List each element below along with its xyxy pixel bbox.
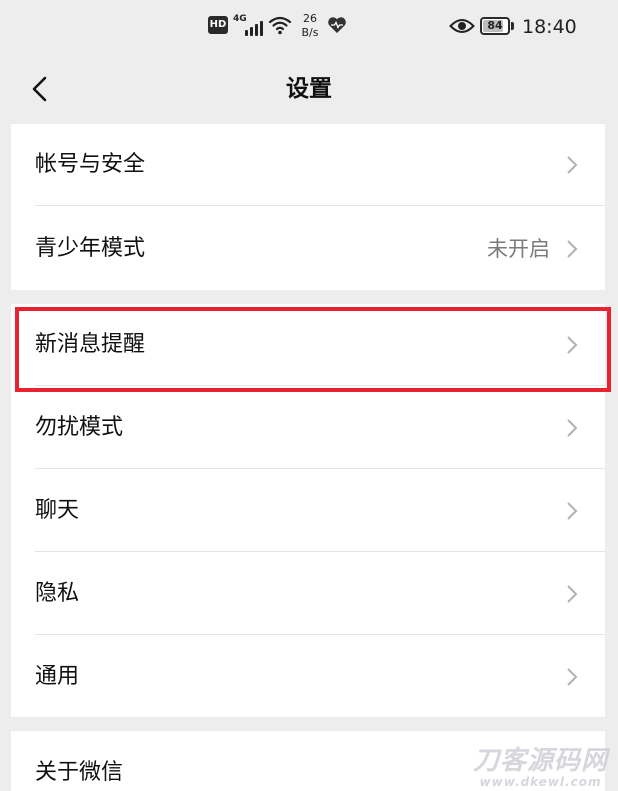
setting-row-teen-mode[interactable]: 青少年模式 未开启 <box>11 208 605 290</box>
watermark-logo: 刀客源码网 www.dkewl.com <box>473 746 608 789</box>
status-time: 18:40 <box>522 16 577 38</box>
battery-tip <box>511 22 514 30</box>
chevron-right-icon <box>567 240 578 258</box>
network-speed: 26 B/s <box>295 12 325 40</box>
setting-label: 隐私 <box>35 581 80 606</box>
setting-label: 勿扰模式 <box>35 415 124 440</box>
setting-label: 聊天 <box>35 498 80 523</box>
wifi-icon <box>268 16 292 35</box>
watermark-sub: www.dkewl.com <box>479 775 602 789</box>
eye-icon <box>449 19 475 33</box>
row-divider <box>35 385 605 386</box>
signal-icon: 4G <box>233 14 263 36</box>
chevron-right-icon <box>567 156 578 174</box>
hd-badge-icon: HD <box>208 16 228 34</box>
heart-rate-icon <box>328 17 346 33</box>
settings-group-general: 新消息提醒 勿扰模式 聊天 隐私 通用 <box>11 304 605 717</box>
setting-label: 青少年模式 <box>35 236 146 261</box>
network-speed-value: 26 <box>303 12 317 25</box>
network-speed-unit: B/s <box>301 26 319 39</box>
page-title: 设置 <box>286 76 332 102</box>
setting-row-general[interactable]: 通用 <box>11 636 605 718</box>
setting-row-privacy[interactable]: 隐私 <box>11 553 605 635</box>
watermark-main: 刀客源码网 <box>472 746 608 776</box>
settings-group-account: 帐号与安全 青少年模式 未开启 <box>11 124 605 290</box>
row-divider <box>35 551 605 552</box>
setting-label: 关于微信 <box>35 760 124 785</box>
row-divider <box>35 634 605 635</box>
setting-row-do-not-disturb[interactable]: 勿扰模式 <box>11 387 605 469</box>
chevron-left-icon[interactable] <box>22 70 60 108</box>
setting-label: 通用 <box>35 664 80 689</box>
battery-percent: 84 <box>487 19 503 32</box>
chevron-right-icon <box>567 668 578 686</box>
settings-screen: HD 4G 26 B/s 84 18:40 设置 帐号与安全 青少年模式 未开启… <box>0 0 618 791</box>
setting-label: 帐号与安全 <box>35 152 146 177</box>
chevron-right-icon <box>567 336 578 354</box>
setting-row-chat[interactable]: 聊天 <box>11 470 605 552</box>
chevron-right-icon <box>567 585 578 603</box>
chevron-right-icon <box>567 502 578 520</box>
chevron-right-icon <box>567 419 578 437</box>
setting-label: 新消息提醒 <box>35 332 146 357</box>
nav-bar: 设置 <box>0 54 618 124</box>
row-divider <box>35 205 605 206</box>
setting-row-new-message-alerts[interactable]: 新消息提醒 <box>11 304 605 386</box>
row-divider <box>35 468 605 469</box>
setting-value: 未开启 <box>487 237 550 261</box>
status-bar: HD 4G 26 B/s 84 18:40 <box>0 0 618 54</box>
setting-row-account-security[interactable]: 帐号与安全 <box>11 124 605 206</box>
battery-icon: 84 <box>480 17 510 35</box>
